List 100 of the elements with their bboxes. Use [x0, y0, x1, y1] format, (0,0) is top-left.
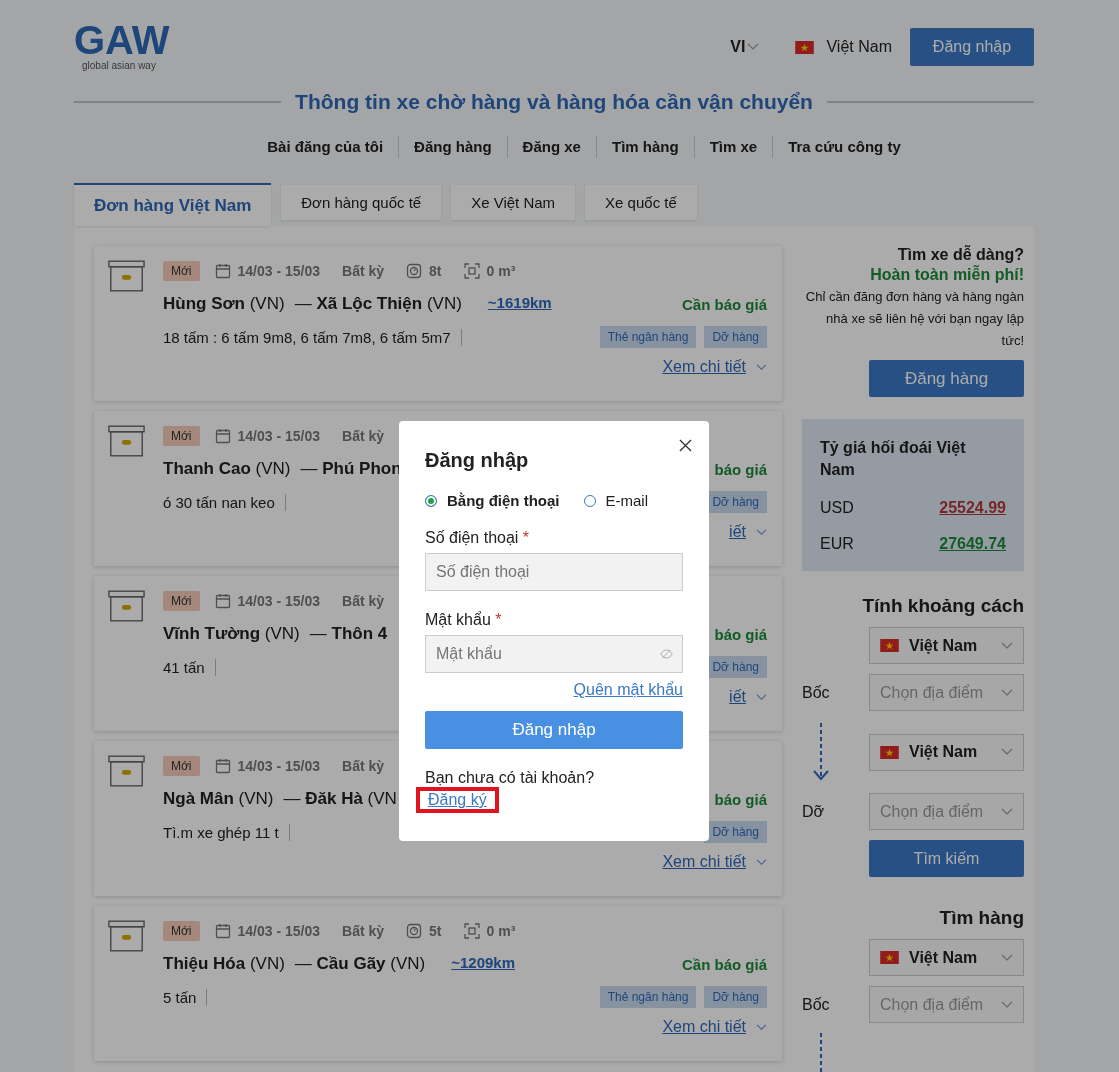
new-badge: Mới: [163, 426, 200, 446]
chevron-down-icon: [1001, 641, 1013, 650]
box-icon: [108, 590, 145, 622]
tag: Thẻ ngân hàng: [599, 326, 697, 348]
logo[interactable]: GAW: [74, 20, 170, 60]
destination: — Cầu Gãy (VN): [294, 954, 426, 974]
country-select[interactable]: Việt Nam: [869, 939, 1024, 976]
destination: — Xã Lộc Thiện (VN): [294, 294, 462, 314]
password-input[interactable]: Mật khẩu: [425, 635, 683, 673]
chevron-down-icon: [756, 693, 767, 701]
no-account-text: Bạn chưa có tài khoản?: [425, 769, 596, 787]
origin: Ngà Mân (VN): [163, 789, 274, 809]
cargo-description: 41 tấn: [163, 658, 216, 676]
chevron-down-icon: [747, 43, 760, 51]
chevron-down-icon: [1001, 953, 1013, 962]
page-title: Thông tin xe chờ hàng và hàng hóa cần vận chuyển: [295, 90, 813, 114]
nav-link[interactable]: Tìm xe: [693, 136, 773, 158]
post-order-button[interactable]: Đăng hàng: [869, 360, 1024, 397]
new-badge: Mới: [163, 756, 200, 776]
origin: Thiệu Hóa (VN): [163, 954, 285, 974]
phone-input[interactable]: Số điện thoại: [425, 553, 683, 591]
box-icon: [108, 425, 145, 457]
volume: 0 m³: [486, 923, 516, 939]
price-status: báo giá: [714, 790, 767, 808]
distance-link[interactable]: ~1209km: [451, 954, 516, 974]
cargo-description: ó 30 tấn nan keo: [163, 493, 286, 511]
date-range: 14/03 - 15/03: [237, 593, 321, 609]
box-icon: [108, 755, 145, 787]
pickup-time: Bất kỳ: [342, 428, 385, 444]
radio-button[interactable]: [425, 494, 437, 507]
forgot-password-link[interactable]: Quên mật khẩu: [573, 681, 683, 699]
chevron-down-icon: [756, 858, 767, 866]
tab[interactable]: Xe Việt Nam: [451, 185, 576, 220]
logo-tagline: global asian way: [82, 60, 157, 71]
weight: 5t: [429, 923, 442, 939]
exchange-title: Tỷ giá hối đoái Việt Nam: [820, 438, 967, 480]
close-icon[interactable]: [679, 439, 692, 452]
country-select[interactable]: Việt Nam: [869, 627, 1024, 664]
rate-value[interactable]: 27649.74: [939, 535, 1006, 553]
cargo-description: 5 tấn: [163, 988, 208, 1006]
flag-icon: [880, 745, 899, 759]
chevron-down-icon: [1001, 807, 1013, 816]
nav-link[interactable]: Bài đăng của tôi: [252, 136, 399, 158]
dashed-line-icon: [820, 1033, 822, 1072]
origin: Hùng Sơn (VN): [163, 294, 285, 314]
pickup-time: Bất kỳ: [342, 923, 385, 939]
pickup-time: Bất kỳ: [342, 593, 385, 609]
chevron-down-icon: [1001, 688, 1013, 697]
nav-link[interactable]: Đăng hàng: [398, 136, 507, 158]
radio-option[interactable]: Bằng điện thoại: [425, 492, 560, 509]
chevron-down-icon: [1001, 1000, 1013, 1009]
flag-icon: [795, 40, 815, 54]
box-icon: [108, 920, 145, 952]
date-range: 14/03 - 15/03: [237, 263, 321, 279]
rate-value[interactable]: 25524.99: [939, 499, 1006, 517]
calendar-icon: [214, 593, 231, 609]
distance-link[interactable]: ~1619km: [487, 294, 552, 314]
nav-link[interactable]: Tra cứu công ty: [772, 136, 916, 158]
section-title: Tìm hàng: [938, 907, 1024, 929]
tag: Thẻ ngân hàng: [599, 986, 697, 1008]
chevron-down-icon: [1001, 748, 1013, 756]
submit-button[interactable]: Đăng nhập: [425, 711, 683, 749]
destination: — Thôn 4: [309, 624, 388, 644]
date-range: 14/03 - 15/03: [237, 758, 321, 774]
details-link[interactable]: iết: [729, 523, 746, 541]
dashed-arrow-icon: [811, 721, 831, 783]
dialog-title: Đăng nhập: [425, 449, 530, 472]
box-icon: [108, 260, 145, 292]
price-status: báo giá: [714, 625, 767, 643]
search-button[interactable]: Tìm kiếm: [869, 840, 1024, 877]
language-select[interactable]: VI: [730, 38, 760, 56]
country-select[interactable]: Việt Nam: [869, 733, 1024, 771]
price-status: Cần báo giá: [682, 955, 767, 973]
details-link[interactable]: iết: [729, 688, 746, 706]
currency: EUR: [820, 535, 854, 553]
location-select[interactable]: Chọn địa điểm: [869, 674, 1024, 711]
register-link[interactable]: Đăng ký: [428, 791, 487, 808]
tab[interactable]: Đơn hàng quốc tế: [281, 185, 442, 220]
nav-link[interactable]: Đăng xe: [506, 136, 596, 158]
promo-title: Tìm xe dễ dàng?: [897, 246, 1024, 264]
login-button[interactable]: Đăng nhập: [910, 28, 1034, 66]
tab[interactable]: Xe quốc tế: [585, 185, 697, 220]
tag: Dỡ hàng: [704, 326, 767, 348]
date-range: 14/03 - 15/03: [237, 923, 321, 939]
details-link[interactable]: Xem chi tiết: [662, 358, 746, 376]
nav-link[interactable]: Tìm hàng: [595, 136, 694, 158]
details-link[interactable]: Xem chi tiết: [662, 853, 746, 871]
country-select[interactable]: Việt Nam: [795, 38, 892, 56]
tag: Dỡ hàng: [704, 986, 767, 1008]
promo-text: Chỉ cần đăng đơn hàng và hàng ngàn nhà xe sẽ liên hệ với bạn ngay lập tức!: [804, 288, 1024, 350]
radio-option[interactable]: E-mail: [583, 492, 648, 509]
field-label: Số điện thoại *: [425, 529, 531, 547]
tab[interactable]: Đơn hàng Việt Nam: [74, 183, 272, 226]
price-status: báo giá: [714, 460, 767, 478]
volume-icon: [463, 923, 480, 939]
origin: Thanh Cao (VN): [163, 459, 291, 479]
details-link[interactable]: Xem chi tiết: [662, 1018, 746, 1036]
location-select[interactable]: Chọn địa điểm: [869, 793, 1024, 830]
calendar-icon: [214, 263, 231, 279]
location-select[interactable]: Chọn địa điểm: [869, 986, 1024, 1023]
